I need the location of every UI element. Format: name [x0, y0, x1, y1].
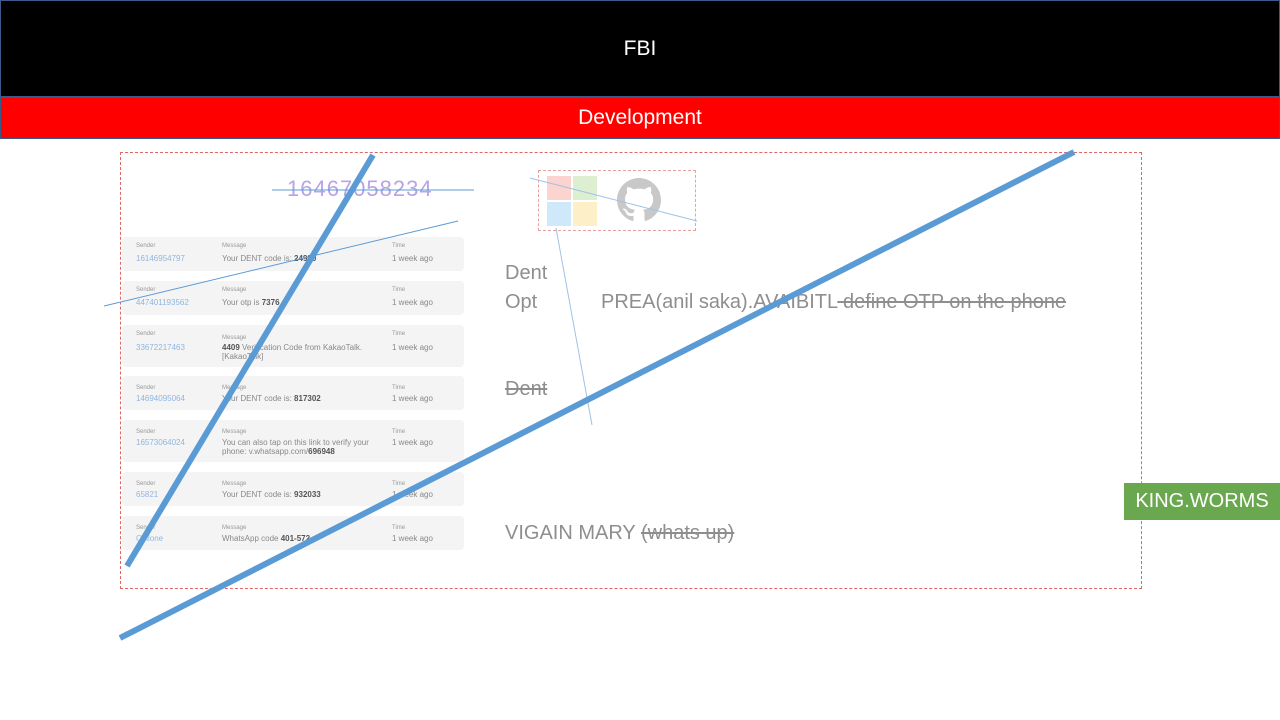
message-label: Message [222, 385, 247, 391]
message-text: 4409 Verification Code from KakaoTalk. [… [222, 343, 363, 361]
sender-label: Sender [136, 287, 156, 293]
message-text: Your DENT code is: 24980 [222, 254, 317, 263]
time-label: Time [392, 429, 406, 435]
sender-label: Sender [136, 331, 156, 337]
subtitle-bar: Development [0, 97, 1280, 139]
time-value: 1 week ago [392, 534, 433, 543]
sender-value: 447401193562 [136, 298, 189, 307]
sender-value: 65821 [136, 490, 159, 499]
sender-label: Sender [136, 429, 156, 435]
time-value: 1 week ago [392, 254, 433, 263]
github-logo-icon [617, 178, 661, 221]
message-text: Your DENT code is: 932033 [222, 490, 321, 499]
sender-value: 33672217463 [136, 343, 185, 352]
message-row: Sender Message Time 16146954797 Your DEN… [122, 237, 464, 271]
message-text: Your DENT code is: 817302 [222, 394, 321, 403]
sender-label: Sender [136, 481, 156, 487]
microsoft-logo-blue [547, 202, 571, 226]
phone-number: 16467058234 [287, 176, 433, 201]
message-label: Message [222, 525, 247, 531]
sender-label: Sender [136, 525, 156, 531]
message-text: Your otp is 7376 [222, 298, 280, 307]
time-label: Time [392, 331, 406, 337]
message-label: Message [222, 481, 247, 487]
message-label: Message [222, 287, 247, 293]
time-label: Time [392, 525, 406, 531]
message-label: Message [222, 429, 247, 435]
message-row: Sender Message Time 33672217463 4409 Ver… [122, 325, 464, 367]
time-value: 1 week ago [392, 298, 433, 307]
page-title: FBI [623, 36, 657, 60]
sender-label: Sender [136, 385, 156, 391]
time-value: 1 week ago [392, 394, 433, 403]
sender-value: 16146954797 [136, 254, 185, 263]
king-worms-badge: KING.WORMS [1124, 483, 1280, 520]
prea-text: PREA(anil saka).AVAIBITL define OTP on t… [601, 291, 1067, 313]
vigain-text: VIGAIN MARY (whats up) [505, 522, 735, 544]
microsoft-logo-icon [547, 176, 571, 200]
message-row: Sender Message Time 65821 Your DENT code… [122, 472, 464, 506]
message-label: Message [222, 243, 247, 249]
dent-strike-text: Dent [505, 378, 548, 400]
sender-label: Sender [136, 243, 156, 249]
message-text: WhatsApp code 401-572 [222, 534, 311, 543]
message-text: You can also tap on this link to verify … [222, 438, 369, 456]
time-label: Time [392, 243, 406, 249]
time-label: Time [392, 385, 406, 391]
page-subtitle: Development [578, 106, 702, 129]
message-row: Sender Message Time 14694095064 Your DEN… [122, 376, 464, 410]
sender-value: 14694095064 [136, 394, 185, 403]
opt-text: Opt [505, 291, 538, 313]
time-label: Time [392, 287, 406, 293]
logo-box [538, 170, 696, 231]
time-label: Time [392, 481, 406, 487]
time-value: 1 week ago [392, 438, 433, 447]
message-row: Sender Message Time 16573064024 You can … [122, 420, 464, 462]
time-value: 1 week ago [392, 490, 433, 499]
title-bar: FBI [0, 0, 1280, 97]
time-value: 1 week ago [392, 343, 433, 352]
sender-value: 16573064024 [136, 438, 185, 447]
message-row: Sender Message Time Cellone WhatsApp cod… [122, 516, 464, 550]
microsoft-logo-green [573, 176, 597, 200]
message-row: Sender Message Time 447401193562 Your ot… [122, 281, 464, 315]
message-label: Message [222, 335, 247, 341]
dent-text: Dent [505, 262, 548, 284]
sender-value: Cellone [136, 534, 164, 543]
microsoft-logo-yellow [573, 202, 597, 226]
